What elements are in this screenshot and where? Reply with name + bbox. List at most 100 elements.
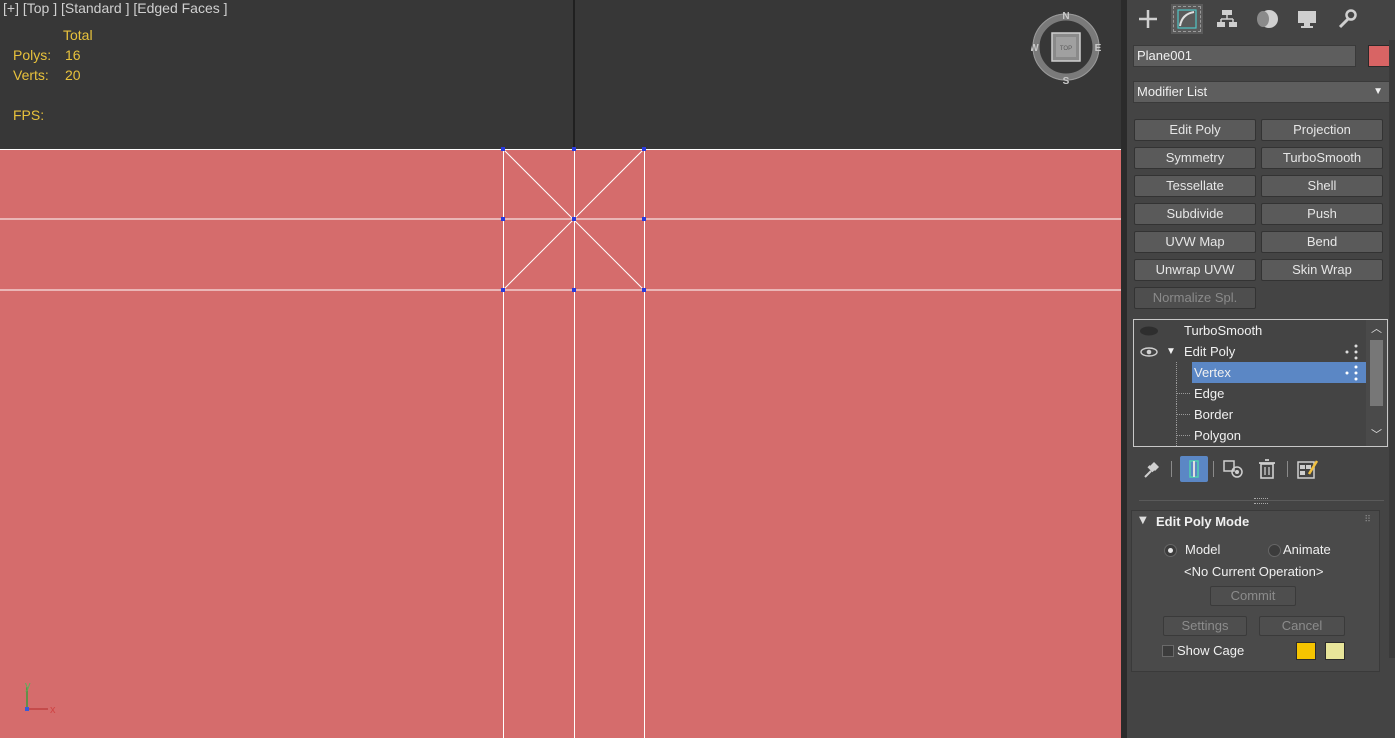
hierarchy-tab[interactable]	[1211, 4, 1243, 34]
uvw-map-button[interactable]: UVW Map	[1134, 231, 1256, 253]
modifier-list-dropdown[interactable]: Modifier List ▼	[1133, 81, 1390, 103]
vertex	[572, 147, 576, 151]
utilities-tab[interactable]	[1331, 4, 1363, 34]
wrench-icon	[1338, 9, 1357, 29]
vertex	[642, 147, 646, 151]
subobject-dots-icon	[1345, 365, 1358, 381]
skin-wrap-button[interactable]: Skin Wrap	[1261, 259, 1383, 281]
scrollbar-thumb[interactable]	[1370, 340, 1383, 406]
vertex	[501, 288, 505, 292]
splitter-handle[interactable]	[1254, 498, 1268, 504]
stack-item-vertex[interactable]: Vertex	[1134, 362, 1366, 383]
stack-item-label: Vertex	[1194, 365, 1231, 380]
object-name-field[interactable]: Plane001	[1133, 45, 1356, 67]
stack-item-border[interactable]: Border	[1134, 404, 1366, 425]
current-operation-text: <No Current Operation>	[1184, 564, 1324, 579]
axis-y-label: y	[25, 680, 31, 692]
commit-button[interactable]: Commit	[1210, 586, 1296, 606]
configure-modifier-sets-button[interactable]	[1294, 456, 1322, 482]
plane-mesh[interactable]	[0, 0, 1121, 738]
modify-tab[interactable]	[1171, 4, 1203, 34]
animate-label: Animate	[1283, 542, 1331, 557]
settings-button[interactable]: Settings	[1163, 616, 1247, 636]
animate-radio[interactable]	[1268, 544, 1281, 557]
subdivide-button[interactable]: Subdivide	[1134, 203, 1256, 225]
stack-item-label: TurboSmooth	[1184, 323, 1263, 338]
eye-off-icon	[1140, 326, 1158, 336]
stack-item-label: Polygon	[1194, 428, 1241, 443]
compass-w: W	[1031, 43, 1039, 54]
pin-stack-button[interactable]	[1138, 456, 1166, 482]
scroll-down-icon[interactable]: ﹀	[1371, 426, 1382, 442]
stats-fps-label: FPS:	[13, 107, 45, 123]
remove-modifier-button[interactable]	[1253, 456, 1281, 482]
command-panel: Plane001 Modifier List ▼ Edit Poly Proje…	[1121, 0, 1395, 738]
model-radio[interactable]	[1164, 544, 1177, 557]
compass-e: E	[1095, 43, 1101, 54]
rollout-title[interactable]: Edit Poly Mode	[1156, 514, 1249, 529]
symmetry-button[interactable]: Symmetry	[1134, 147, 1256, 169]
edit-poly-button[interactable]: Edit Poly	[1134, 119, 1256, 141]
compass-n: N	[1062, 11, 1069, 22]
bend-button[interactable]: Bend	[1261, 231, 1383, 253]
vertex	[501, 147, 505, 151]
tessellate-button[interactable]: Tessellate	[1134, 175, 1256, 197]
viewcube[interactable]: TOP N S E W	[1031, 9, 1101, 85]
create-tab[interactable]	[1132, 4, 1164, 34]
hierarchy-icon	[1217, 10, 1237, 27]
object-color-swatch[interactable]	[1368, 45, 1390, 67]
eye-icon[interactable]	[1138, 346, 1160, 358]
vertex	[572, 217, 576, 221]
vertex	[642, 288, 646, 292]
cage-selected-color-swatch[interactable]	[1325, 642, 1345, 660]
shell-button[interactable]: Shell	[1261, 175, 1383, 197]
drag-grip-icon[interactable]: ⠿	[1364, 515, 1371, 525]
plus-icon	[1139, 10, 1157, 28]
show-cage-checkbox[interactable]	[1162, 645, 1174, 657]
end-result-icon	[1189, 460, 1199, 478]
motion-icon	[1257, 10, 1278, 28]
axis-tripod: y x	[25, 680, 56, 716]
collapse-triangle-icon[interactable]: ▼	[1139, 515, 1147, 526]
vertex	[642, 217, 646, 221]
cage-color-swatch[interactable]	[1296, 642, 1316, 660]
subobject-dots-icon	[1345, 344, 1358, 360]
stack-item-edit-poly[interactable]: ▼ Edit Poly	[1134, 341, 1366, 362]
command-panel-scrollbar[interactable]	[1389, 40, 1395, 658]
viewport-label[interactable]: [+] [Top ] [Standard ] [Edged Faces ]	[3, 0, 228, 16]
compass-s: S	[1063, 76, 1070, 85]
modifier-stack[interactable]: TurboSmooth ▼ Edit Poly Vertex Edge Bord…	[1133, 319, 1388, 447]
turbosmooth-button[interactable]: TurboSmooth	[1261, 147, 1383, 169]
scroll-up-icon[interactable]: ︿	[1371, 320, 1382, 336]
dropdown-arrow-icon: ▼	[1373, 86, 1383, 97]
vertex	[572, 288, 576, 292]
stats-total-label: Total	[63, 27, 93, 43]
stats-polys-value: 16	[65, 47, 81, 63]
show-end-result-button[interactable]	[1180, 456, 1208, 482]
cancel-button[interactable]: Cancel	[1259, 616, 1345, 636]
stats-verts-value: 20	[65, 67, 81, 83]
stats-verts-label: Verts:	[13, 67, 49, 83]
make-unique-button[interactable]	[1220, 456, 1248, 482]
modifier-list-label: Modifier List	[1137, 84, 1208, 99]
stack-item-polygon[interactable]: Polygon	[1134, 425, 1366, 446]
edit-poly-mode-rollout: ▼ Edit Poly Mode ⠿ Model Animate <No Cur…	[1131, 510, 1380, 672]
expand-triangle-icon[interactable]: ▼	[1166, 341, 1176, 362]
configure-sets-icon	[1297, 460, 1319, 479]
monitor-icon	[1298, 11, 1316, 28]
stack-item-edge[interactable]: Edge	[1134, 383, 1366, 404]
stack-item-label: Border	[1194, 407, 1234, 422]
stack-scrollbar[interactable]: ︿ ﹀	[1366, 320, 1387, 446]
normalize-spline-button[interactable]: Normalize Spl.	[1134, 287, 1256, 309]
command-panel-tabs	[1127, 0, 1395, 38]
make-unique-icon	[1223, 460, 1243, 478]
axis-x-label: x	[50, 704, 56, 716]
viewport-top[interactable]: [+] [Top ] [Standard ] [Edged Faces ] To…	[0, 0, 1121, 738]
unwrap-uvw-button[interactable]: Unwrap UVW	[1134, 259, 1256, 281]
push-button[interactable]: Push	[1261, 203, 1383, 225]
stack-item-turbosmooth[interactable]: TurboSmooth	[1134, 320, 1366, 341]
projection-button[interactable]: Projection	[1261, 119, 1383, 141]
display-tab[interactable]	[1291, 4, 1323, 34]
plane-face	[0, 149, 1121, 738]
motion-tab[interactable]	[1251, 4, 1283, 34]
